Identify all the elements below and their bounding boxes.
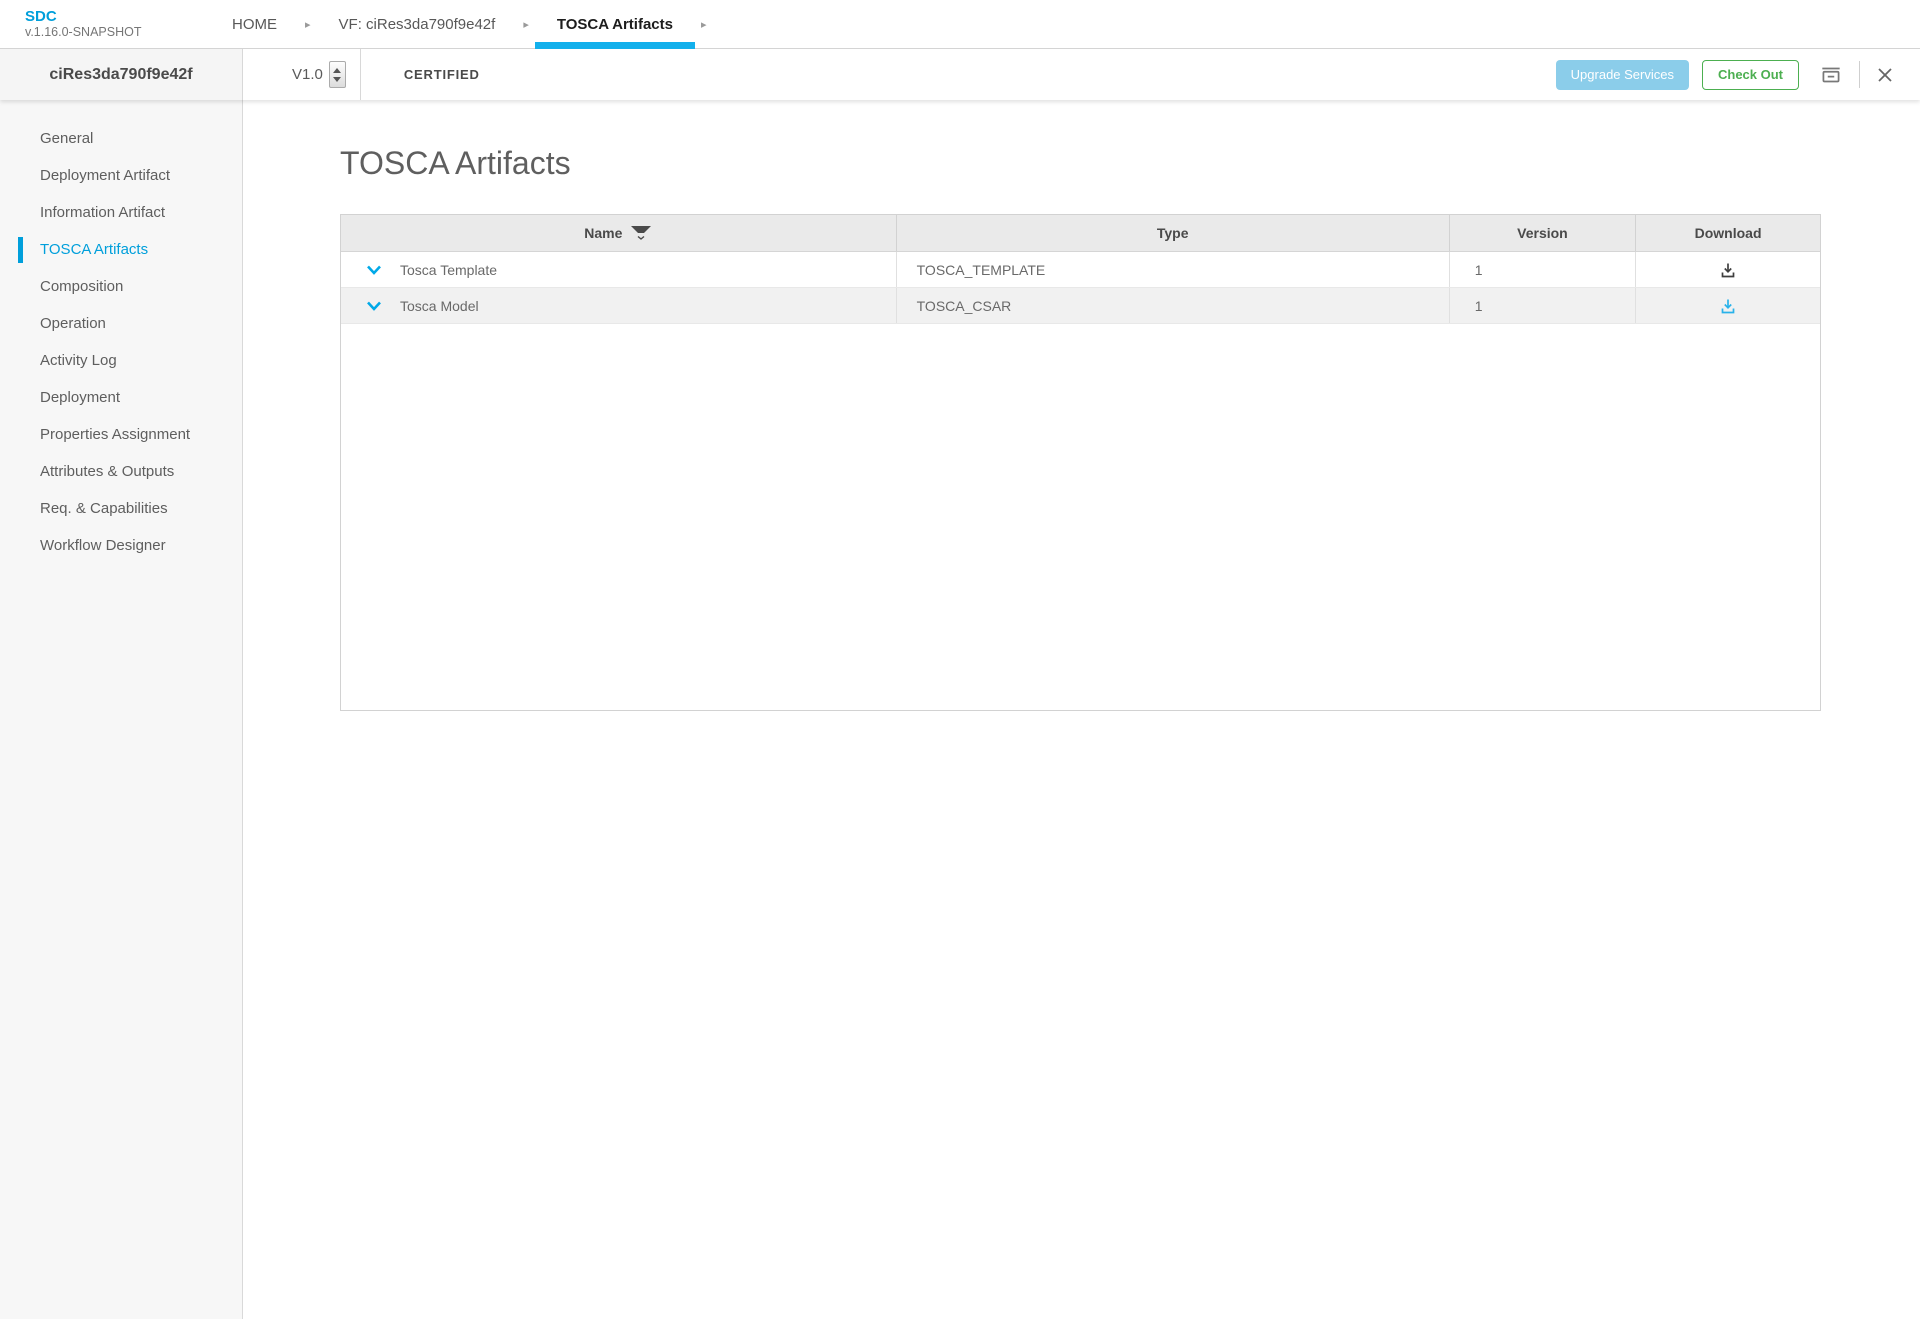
active-item-indicator bbox=[18, 237, 23, 263]
sdc-logo: SDC v.1.16.0-SNAPSHOT bbox=[25, 8, 175, 40]
close-icon[interactable] bbox=[1875, 65, 1895, 85]
tab-tosca-artifacts[interactable]: TOSCA Artifacts bbox=[535, 0, 695, 48]
upgrade-services-button[interactable]: Upgrade Services bbox=[1556, 60, 1689, 90]
sidebar-item-workflow-designer[interactable]: Workflow Designer bbox=[0, 527, 242, 564]
version-value: V1.0 bbox=[292, 66, 323, 83]
sidebar-item-activity-log[interactable]: Activity Log bbox=[0, 342, 242, 379]
top-bar: SDC v.1.16.0-SNAPSHOT HOME ▸ VF: ciRes3d… bbox=[0, 0, 1920, 49]
download-icon[interactable] bbox=[1718, 260, 1738, 280]
breadcrumb: HOME ▸ VF: ciRes3da790f9e42f ▸ TOSCA Art… bbox=[210, 0, 713, 48]
sidebar-item-deployment[interactable]: Deployment bbox=[0, 379, 242, 416]
sidebar-item-operation[interactable]: Operation bbox=[0, 305, 242, 342]
active-tab-underline bbox=[535, 42, 695, 49]
sidebar-item-information-artifact[interactable]: Information Artifact bbox=[0, 194, 242, 231]
sidebar: General Deployment Artifact Information … bbox=[0, 100, 243, 1319]
printer-icon[interactable] bbox=[1818, 62, 1844, 88]
caret-right-icon: ▸ bbox=[305, 18, 311, 31]
tosca-artifacts-table: Name Type Version Download bbox=[340, 214, 1821, 711]
sidebar-item-composition[interactable]: Composition bbox=[0, 268, 242, 305]
logo-text: SDC bbox=[25, 8, 175, 25]
table-row: Tosca Template TOSCA_TEMPLATE 1 bbox=[341, 252, 1820, 288]
download-icon[interactable] bbox=[1718, 296, 1738, 316]
column-header-type: Type bbox=[896, 215, 1449, 251]
app-version: v.1.16.0-SNAPSHOT bbox=[25, 25, 175, 39]
caret-right-icon: ▸ bbox=[523, 18, 529, 31]
artifact-name-cell: Tosca Model bbox=[341, 288, 896, 323]
entity-name-header: ciRes3da790f9e42f bbox=[0, 49, 243, 100]
caret-right-icon: ▸ bbox=[701, 18, 707, 31]
column-header-version: Version bbox=[1449, 215, 1635, 251]
sidebar-item-tosca-artifacts[interactable]: TOSCA Artifacts bbox=[0, 231, 242, 268]
sort-filter-icon bbox=[630, 225, 652, 241]
page-title: TOSCA Artifacts bbox=[340, 145, 1821, 182]
lifecycle-status-badge: CERTIFIED bbox=[404, 67, 480, 82]
tab-home[interactable]: HOME bbox=[210, 0, 299, 48]
check-out-button[interactable]: Check Out bbox=[1702, 60, 1799, 90]
artifact-download-cell bbox=[1635, 252, 1820, 287]
chevron-down-icon[interactable] bbox=[366, 265, 382, 275]
sidebar-item-properties-assignment[interactable]: Properties Assignment bbox=[0, 416, 242, 453]
chevron-down-icon[interactable] bbox=[366, 301, 382, 311]
toolbar-divider bbox=[1859, 61, 1860, 88]
toolbar-divider bbox=[360, 49, 361, 100]
artifact-version-cell: 1 bbox=[1449, 288, 1635, 323]
toolbar-actions: Upgrade Services Check Out bbox=[1556, 60, 1895, 90]
tab-vf[interactable]: VF: ciRes3da790f9e42f bbox=[317, 0, 518, 48]
artifact-download-cell bbox=[1635, 288, 1820, 323]
sidebar-item-attributes-outputs[interactable]: Attributes & Outputs bbox=[0, 453, 242, 490]
spinner-up-icon bbox=[333, 68, 341, 73]
table-row: Tosca Model TOSCA_CSAR 1 bbox=[341, 288, 1820, 324]
version-stepper[interactable] bbox=[329, 61, 346, 88]
main-content: TOSCA Artifacts Name Type Version Do bbox=[243, 100, 1920, 1319]
artifact-name-cell: Tosca Template bbox=[341, 252, 896, 287]
table-header-row: Name Type Version Download bbox=[341, 215, 1820, 252]
sidebar-item-req-capabilities[interactable]: Req. & Capabilities bbox=[0, 490, 242, 527]
artifact-version-cell: 1 bbox=[1449, 252, 1635, 287]
sidebar-item-deployment-artifact[interactable]: Deployment Artifact bbox=[0, 157, 242, 194]
sidebar-item-general[interactable]: General bbox=[0, 120, 242, 157]
spinner-down-icon bbox=[333, 77, 341, 82]
header-row: ciRes3da790f9e42f V1.0 CERTIFIED Upgrade… bbox=[0, 49, 1920, 100]
body: General Deployment Artifact Information … bbox=[0, 100, 1920, 1319]
artifact-type-cell: TOSCA_CSAR bbox=[896, 288, 1449, 323]
column-header-name[interactable]: Name bbox=[341, 215, 896, 251]
artifact-type-cell: TOSCA_TEMPLATE bbox=[896, 252, 1449, 287]
toolbar: V1.0 CERTIFIED Upgrade Services Check Ou… bbox=[243, 49, 1920, 100]
column-header-download: Download bbox=[1635, 215, 1820, 251]
